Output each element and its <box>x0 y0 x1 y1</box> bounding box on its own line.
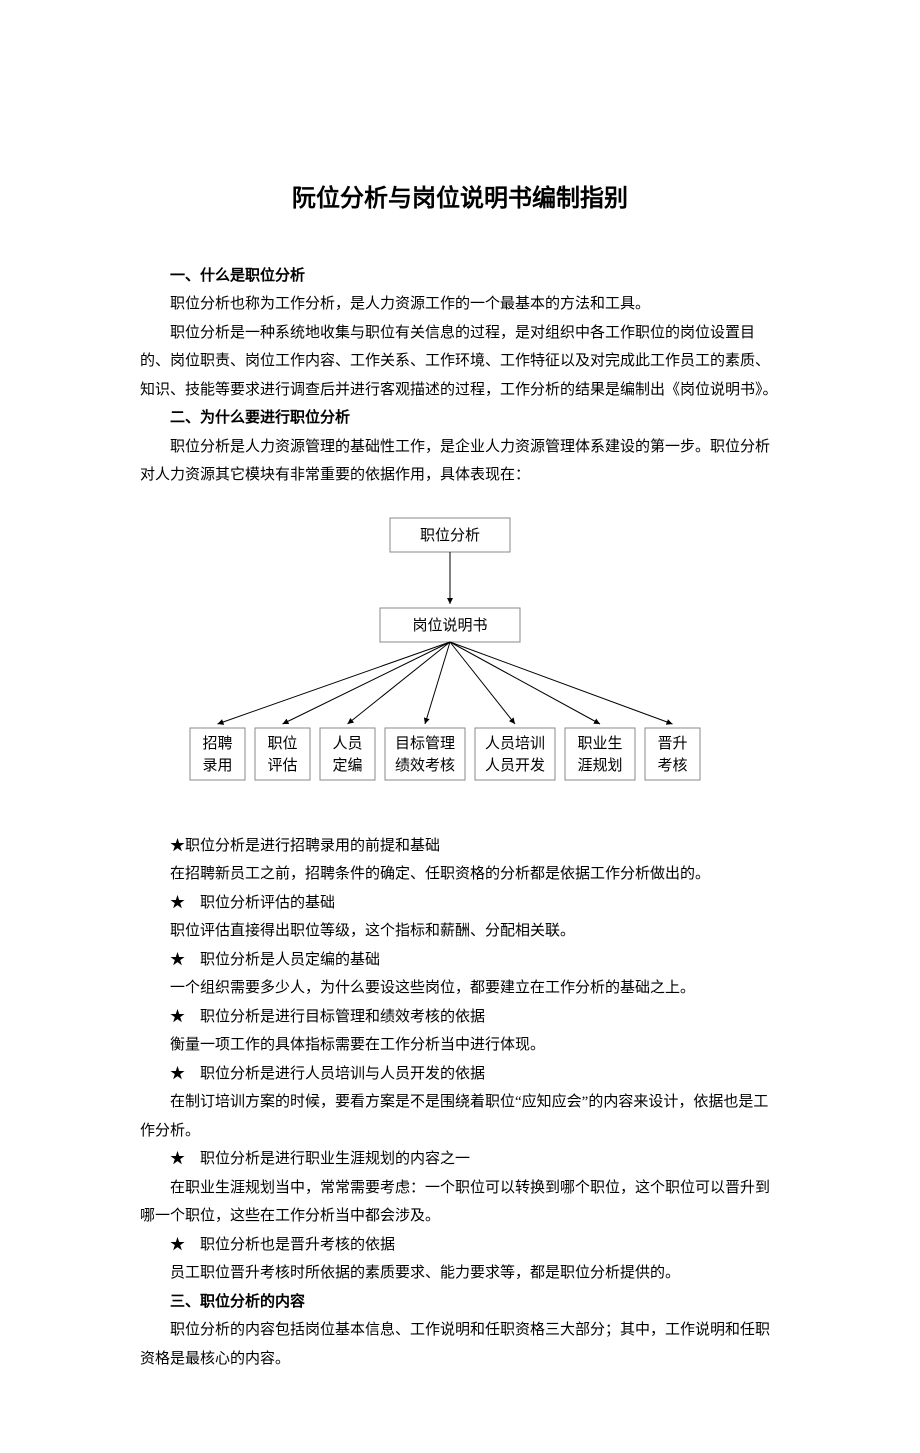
star-body: 在制订培训方案的时候，要看方案是不是围绕着职位“应知应会”的内容来设计，依据也是… <box>140 1088 780 1145</box>
diagram-leaf-line2: 人员开发 <box>485 757 545 774</box>
diagram-leaf-line2: 评估 <box>267 757 297 774</box>
section-3-head: 三、职位分析的内容 <box>140 1288 780 1317</box>
star-heading: ★职位分析是进行招聘录用的前提和基础 <box>140 832 780 861</box>
diagram-leaf-line1: 人员 <box>332 735 362 752</box>
section-3-paragraph-1: 职位分析的内容包括岗位基本信息、工作说明和任职资格三大部分；其中，工作说明和任职… <box>140 1316 780 1373</box>
section-2-head: 二、为什么要进行职位分析 <box>140 404 780 433</box>
diagram-leaf-line1: 人员培训 <box>485 735 545 752</box>
diagram-leaf-line1: 职业生 <box>577 735 622 752</box>
diagram-leaf-line2: 录用 <box>202 757 232 774</box>
star-body: 员工职位晋升考核时所依据的素质要求、能力要求等，都是职位分析提供的。 <box>140 1259 780 1288</box>
diagram-container: 职位分析 岗位说明书 招聘录用 职位评估 人员定编 目标管理绩效考核 人员培训人员开发 职… <box>140 508 780 808</box>
star-body: 衡量一项工作的具体指标需要在工作分析当中进行体现。 <box>140 1031 780 1060</box>
diagram-leaf-line1: 目标管理 <box>395 735 455 752</box>
page-title: 阮位分析与岗位说明书编制指别 <box>140 176 780 222</box>
diagram-top-label: 职位分析 <box>420 527 480 544</box>
diagram-leaf-line1: 职位 <box>267 735 297 752</box>
section-1-paragraph-2: 职位分析是一种系统地收集与职位有关信息的过程，是对组织中各工作职位的岗位设置目的… <box>140 319 780 405</box>
star-heading: ★ 职位分析评估的基础 <box>140 889 780 918</box>
star-body: 在招聘新员工之前，招聘条件的确定、任职资格的分析都是依据工作分析做出的。 <box>140 860 780 889</box>
star-body: 职位评估直接得出职位等级，这个指标和薪酬、分配相关联。 <box>140 917 780 946</box>
section-1-paragraph-1: 职位分析也称为工作分析，是人力资源工作的一个最基本的方法和工具。 <box>140 290 780 319</box>
star-body: 一个组织需要多少人，为什么要设这些岗位，都要建立在工作分析的基础之上。 <box>140 974 780 1003</box>
document-page: 阮位分析与岗位说明书编制指别 一、什么是职位分析 职位分析也称为工作分析，是人力… <box>70 0 850 1453</box>
star-heading: ★ 职位分析是进行目标管理和绩效考核的依据 <box>140 1003 780 1032</box>
diagram-leaf-line2: 考核 <box>657 757 687 774</box>
hierarchy-diagram: 职位分析 岗位说明书 招聘录用 职位评估 人员定编 目标管理绩效考核 人员培训人员开发 职… <box>170 508 750 808</box>
section-2-paragraph-1: 职位分析是人力资源管理的基础性工作，是企业人力资源管理体系建设的第一步。职位分析… <box>140 433 780 490</box>
section-1-head: 一、什么是职位分析 <box>140 262 780 291</box>
star-heading: ★ 职位分析是进行人员培训与人员开发的依据 <box>140 1060 780 1089</box>
diagram-leaf-line2: 定编 <box>332 757 362 774</box>
diagram-leaf-line2: 涯规划 <box>577 757 622 774</box>
star-heading: ★ 职位分析是人员定编的基础 <box>140 946 780 975</box>
diagram-leaf-line1: 晋升 <box>657 735 687 752</box>
diagram-mid-label: 岗位说明书 <box>412 617 487 634</box>
star-body: 在职业生涯规划当中，常常需要考虑：一个职位可以转换到哪个职位，这个职位可以晋升到… <box>140 1174 780 1231</box>
star-heading: ★ 职位分析是进行职业生涯规划的内容之一 <box>140 1145 780 1174</box>
diagram-leaf-line1: 招聘 <box>202 735 232 752</box>
star-heading: ★ 职位分析也是晋升考核的依据 <box>140 1231 780 1260</box>
diagram-leaf-line2: 绩效考核 <box>395 757 455 774</box>
